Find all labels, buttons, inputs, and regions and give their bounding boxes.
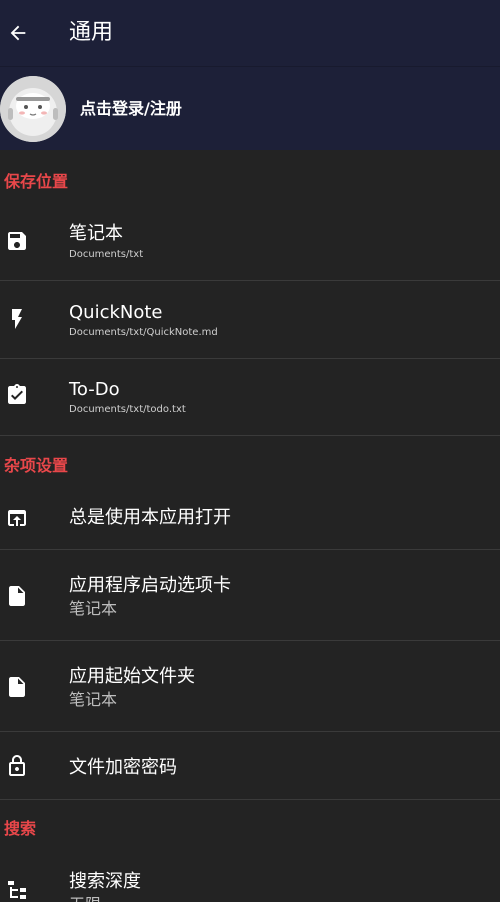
account-header[interactable]: 点击登录/注册 — [0, 66, 500, 150]
section-header-search: 搜索 — [4, 819, 37, 838]
file-icon — [4, 674, 30, 700]
setting-search-depth[interactable]: 搜索深度 无限 — [0, 850, 500, 902]
setting-title: 应用程序启动选项卡 — [69, 575, 231, 596]
setting-path: Documents/txt — [69, 249, 144, 260]
setting-title: 搜索深度 — [69, 871, 141, 892]
setting-launch-tab[interactable]: 应用程序启动选项卡 笔记本 — [0, 550, 500, 640]
setting-title: 笔记本 — [69, 223, 123, 244]
setting-title: 文件加密密码 — [69, 757, 177, 778]
open-in-app-icon — [4, 505, 30, 531]
setting-file-encryption-password[interactable]: 文件加密密码 — [0, 732, 500, 799]
app-bar: 通用 — [0, 0, 500, 66]
setting-value: 无限 — [69, 895, 101, 902]
setting-title: QuickNote — [69, 302, 163, 323]
arrow-left-icon — [10, 25, 26, 41]
lightning-bolt-icon — [4, 306, 30, 332]
login-register-link[interactable]: 点击登录/注册 — [80, 98, 182, 120]
clipboard-check-icon — [4, 382, 30, 408]
setting-path: Documents/txt/todo.txt — [69, 404, 186, 415]
setting-title: 总是使用本应用打开 — [69, 507, 231, 528]
setting-quicknote-location[interactable]: QuickNote Documents/txt/QuickNote.md — [0, 281, 500, 358]
setting-title: 应用起始文件夹 — [69, 666, 195, 687]
setting-value: 笔记本 — [69, 599, 118, 618]
section-header-storage: 保存位置 — [4, 172, 69, 191]
back-button[interactable] — [6, 19, 30, 47]
setting-todo-location[interactable]: To-Do Documents/txt/todo.txt — [0, 359, 500, 435]
setting-title: To-Do — [69, 379, 120, 400]
setting-notebook-location[interactable]: 笔记本 Documents/txt — [0, 202, 500, 280]
setting-value: 笔记本 — [69, 690, 118, 709]
setting-path: Documents/txt/QuickNote.md — [69, 327, 218, 338]
divider — [0, 435, 500, 436]
setting-always-open-with-app[interactable]: 总是使用本应用打开 — [0, 486, 500, 549]
lock-icon — [4, 753, 30, 779]
file-icon — [4, 583, 30, 609]
floppy-disk-icon — [4, 228, 30, 254]
section-header-misc: 杂项设置 — [4, 456, 69, 475]
astronaut-avatar-icon — [0, 76, 66, 142]
avatar[interactable] — [0, 76, 66, 142]
setting-start-folder[interactable]: 应用起始文件夹 笔记本 — [0, 641, 500, 731]
page-title: 通用 — [69, 20, 114, 45]
file-tree-icon — [4, 877, 30, 902]
divider — [0, 799, 500, 800]
